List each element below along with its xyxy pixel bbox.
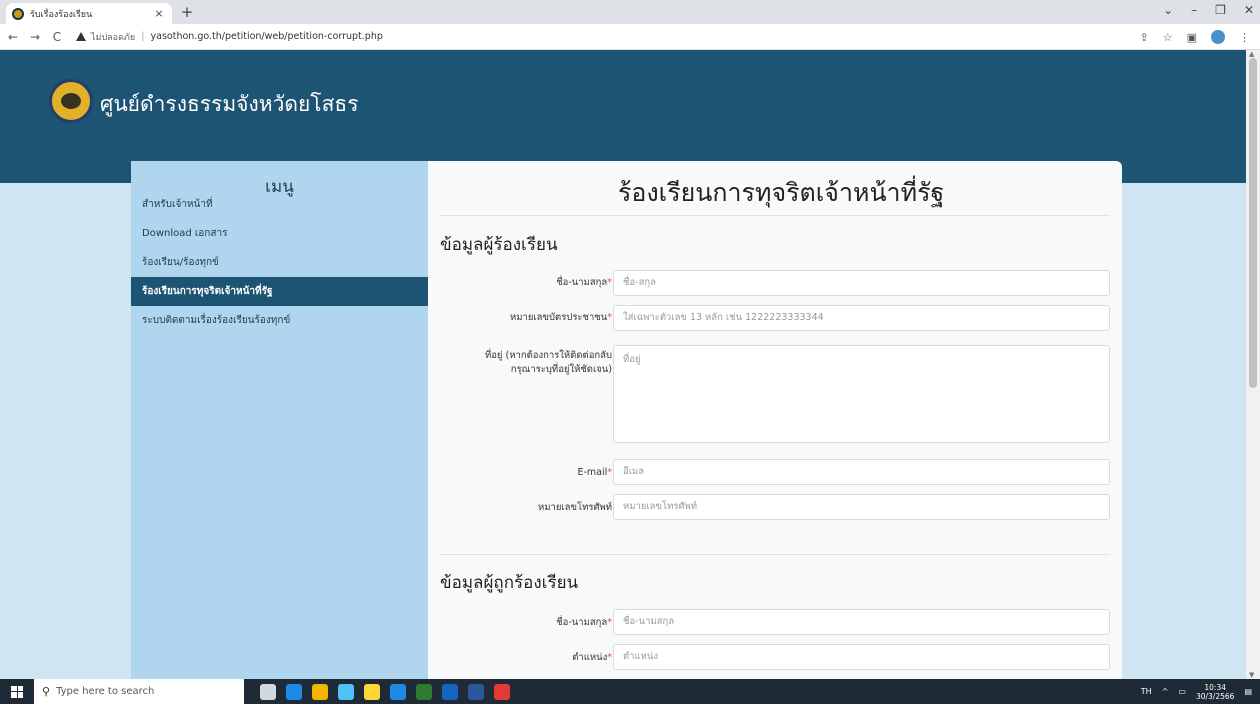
tab-title: รับเรื่องร้องเรียน — [30, 9, 93, 20]
taskbar-search-input[interactable]: ⚲ Type here to search — [34, 679, 244, 704]
language-indicator[interactable]: TH — [1141, 687, 1152, 696]
scrollbar-thumb[interactable] — [1249, 58, 1257, 388]
phone-label: หมายเลขโทรศัพท์ — [537, 502, 612, 513]
phone-input[interactable]: หมายเลขโทรศัพท์ — [613, 494, 1110, 520]
windows-taskbar: ⚲ Type here to search TH ^ ▭ 10:34 30/3/… — [0, 679, 1260, 704]
windows-logo-icon — [11, 685, 23, 698]
accused-position-input[interactable]: ตำแหน่ง — [613, 644, 1110, 670]
network-icon[interactable]: ▭ — [1178, 687, 1186, 696]
accused-name-input[interactable]: ชื่อ-นามสกุล — [613, 609, 1110, 635]
browser-tab-strip: รับเรื่องร้องเรียน × + ⌄ – ❐ ✕ — [0, 0, 1260, 24]
forward-arrow-icon[interactable]: → — [26, 30, 44, 44]
minimize-button[interactable]: – — [1191, 3, 1197, 17]
id-card-input[interactable]: ใส่เฉพาะตัวเลข 13 หลัก เช่น 122222333334… — [613, 305, 1110, 331]
site-security-indicator[interactable]: ไม่ปลอดภัย — [76, 30, 135, 44]
sidebar-item-corruption-complaint[interactable]: ร้องเรียนการทุจริตเจ้าหน้าที่รัฐ — [131, 277, 428, 306]
taskbar-app-icon[interactable] — [442, 683, 458, 700]
close-tab-icon[interactable]: × — [152, 7, 166, 20]
complainant-section-title: ข้อมูลผู้ร้องเรียน — [440, 235, 558, 255]
required-mark: * — [607, 652, 612, 663]
window-controls: ⌄ – ❐ ✕ — [1163, 3, 1254, 17]
browser-tab[interactable]: รับเรื่องร้องเรียน × — [6, 3, 172, 24]
restore-button[interactable]: ❐ — [1215, 3, 1226, 17]
search-icon: ⚲ — [42, 685, 51, 698]
system-tray: TH ^ ▭ 10:34 30/3/2566 ▤ — [1141, 679, 1252, 704]
sidebar-item-download[interactable]: Download เอกสาร — [131, 219, 428, 248]
sidebar-item-complaint[interactable]: ร้องเรียน/ร้องทุกข์ — [131, 248, 428, 277]
required-mark: * — [607, 312, 612, 323]
address-textarea[interactable]: ที่อยู่ — [613, 345, 1110, 443]
email-label: E-mail* — [577, 467, 612, 478]
site-title: ศูนย์ดำรงธรรมจังหวัดยโสธร — [100, 92, 359, 116]
address-label: ที่อยู่ (หากต้องการให้ติดต่อกลับ กรุณาระ… — [484, 350, 612, 375]
address-bar: ← → C ไม่ปลอดภัย | yasothon.go.th/petiti… — [0, 24, 1260, 50]
taskbar-app-icons — [260, 683, 510, 700]
sidebar-item-tracking[interactable]: ระบบติดตามเรื่องร้องเรียนร้องทุกข์ — [131, 306, 428, 335]
back-arrow-icon[interactable]: ← — [4, 30, 22, 44]
complainant-name-input[interactable]: ชื่อ-สกุล — [613, 270, 1110, 296]
taskbar-app-icon[interactable] — [364, 683, 380, 700]
start-button[interactable] — [0, 679, 34, 704]
taskbar-app-icon[interactable] — [312, 683, 328, 700]
province-seal-logo — [49, 79, 93, 123]
page-title: ร้องเรียนการทุจริตเจ้าหน้าที่รัฐ — [618, 178, 945, 207]
divider: | — [141, 31, 145, 42]
accused-name-label: ชื่อ-นามสกุล* — [556, 617, 612, 628]
url-input[interactable]: yasothon.go.th/petition/web/petition-cor… — [151, 31, 383, 42]
required-mark: * — [607, 467, 612, 478]
taskbar-app-icon[interactable] — [338, 683, 354, 700]
taskbar-app-icon[interactable] — [260, 683, 276, 700]
side-panel-icon[interactable]: ▣ — [1187, 31, 1197, 44]
clock[interactable]: 10:34 30/3/2566 — [1196, 683, 1234, 701]
required-mark: * — [607, 617, 612, 628]
site-favicon-icon — [12, 7, 24, 20]
page-scrollbar[interactable]: ▲ ▼ — [1246, 50, 1260, 679]
warning-icon — [76, 32, 86, 41]
close-window-button[interactable]: ✕ — [1244, 3, 1254, 17]
scroll-up-icon[interactable]: ▲ — [1249, 50, 1254, 58]
accused-position-label: ตำแหน่ง* — [572, 652, 612, 663]
new-tab-button[interactable]: + — [178, 3, 196, 21]
tray-expand-icon[interactable]: ^ — [1162, 687, 1169, 696]
sidebar-heading: เมนู — [265, 177, 294, 197]
complaint-form-panel: ร้องเรียนการทุจริตเจ้าหน้าที่รัฐ ข้อมูลผ… — [428, 161, 1122, 679]
required-mark: * — [607, 277, 612, 288]
taskbar-app-icon[interactable] — [286, 683, 302, 700]
accused-section-title: ข้อมูลผู้ถูกร้องเรียน — [440, 573, 579, 593]
security-label: ไม่ปลอดภัย — [91, 32, 136, 43]
divider — [440, 554, 1110, 555]
id-card-label: หมายเลขบัตรประชาชน* — [510, 312, 612, 323]
scroll-down-icon[interactable]: ▼ — [1249, 671, 1254, 679]
browser-actions: ⇪ ☆ ▣ ⋮ — [1140, 30, 1250, 44]
divider — [440, 215, 1110, 216]
tab-search-icon[interactable]: ⌄ — [1163, 3, 1173, 17]
profile-avatar[interactable] — [1211, 30, 1225, 44]
taskbar-app-icon[interactable] — [468, 683, 484, 700]
menu-kebab-icon[interactable]: ⋮ — [1239, 31, 1250, 44]
notification-icon[interactable]: ▤ — [1244, 687, 1252, 696]
reload-icon[interactable]: C — [48, 30, 66, 44]
bookmark-star-icon[interactable]: ☆ — [1163, 31, 1173, 44]
complainant-name-label: ชื่อ-นามสกุล* — [556, 277, 612, 288]
web-page: ศูนย์ดำรงธรรมจังหวัดยโสธร เมนู สำหรับเจ้… — [0, 50, 1246, 679]
taskbar-app-icon[interactable] — [494, 683, 510, 700]
share-icon[interactable]: ⇪ — [1140, 31, 1149, 44]
taskbar-app-icon[interactable] — [416, 683, 432, 700]
sidebar-menu: เมนู สำหรับเจ้าหน้าที่ Download เอกสาร ร… — [131, 161, 428, 679]
taskbar-app-icon[interactable] — [390, 683, 406, 700]
email-input[interactable]: อีเมล — [613, 459, 1110, 485]
